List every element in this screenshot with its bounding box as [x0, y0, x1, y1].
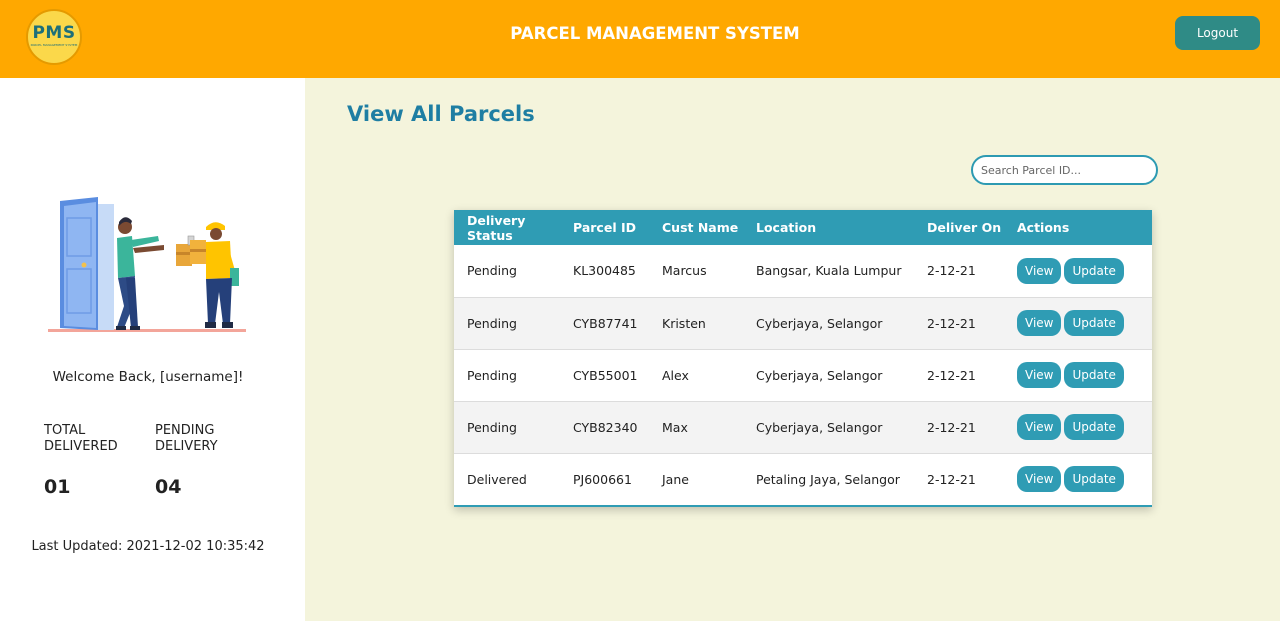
table-row: Pending CYB55001 Alex Cyberjaya, Selango…: [454, 349, 1152, 401]
stat-label-line: DELIVERED: [44, 439, 118, 454]
cell-status: Pending: [467, 367, 517, 383]
header-location: Location: [756, 220, 817, 235]
view-button[interactable]: View: [1017, 257, 1062, 284]
cell-location: Cyberjaya, Selangor: [756, 315, 883, 331]
page-title: View All Parcels: [347, 102, 535, 126]
cell-location: Cyberjaya, Selangor: [756, 419, 883, 435]
stat-label-line: DELIVERY: [155, 439, 218, 454]
cell-actions: View Update: [1017, 297, 1152, 349]
sidebar: Welcome Back, [username]! TOTAL DELIVERE…: [0, 78, 305, 621]
view-button[interactable]: View: [1017, 362, 1062, 388]
header-delivery-status: Delivery Status: [467, 212, 526, 243]
cell-status: Delivered: [467, 471, 527, 487]
cell-actions: View Update: [1017, 349, 1152, 401]
table-row: Pending CYB82340 Max Cyberjaya, Selangor…: [454, 401, 1152, 453]
update-button[interactable]: Update: [1064, 310, 1124, 336]
header-cust-name: Cust Name: [662, 220, 739, 235]
cell-cust-name: Marcus: [662, 263, 707, 279]
cell-cust-name: Kristen: [662, 315, 706, 331]
app-title: PARCEL MANAGEMENT SYSTEM: [510, 24, 800, 43]
parcels-table-container: Delivery Status Parcel ID Cust Name Loca…: [454, 210, 1152, 507]
table-header-row: Delivery Status Parcel ID Cust Name Loca…: [454, 210, 1152, 245]
total-delivered-value: 01: [44, 476, 71, 498]
pending-delivery-label: PENDING DELIVERY: [155, 423, 218, 455]
cell-parcel-id: KL300485: [573, 263, 636, 279]
cell-actions: View Update: [1017, 401, 1152, 453]
header-deliver-on: Deliver On: [927, 220, 1002, 235]
cell-deliver-on: 2-12-21: [927, 419, 976, 435]
cell-cust-name: Alex: [662, 367, 689, 383]
view-button[interactable]: View: [1017, 310, 1062, 336]
update-button[interactable]: Update: [1064, 257, 1124, 284]
header-actions: Actions: [1017, 220, 1070, 235]
cell-actions: View Update: [1017, 453, 1152, 505]
table-row: Delivered PJ600661 Jane Petaling Jaya, S…: [454, 453, 1152, 505]
update-button[interactable]: Update: [1064, 466, 1124, 493]
cell-parcel-id: PJ600661: [573, 471, 632, 487]
stat-label-line: TOTAL: [44, 423, 86, 438]
cell-location: Cyberjaya, Selangor: [756, 367, 883, 383]
pending-delivery-value: 04: [155, 476, 182, 498]
welcome-message: Welcome Back, [username]!: [52, 369, 244, 385]
cell-cust-name: Max: [662, 419, 688, 435]
cell-location: Petaling Jaya, Selangor: [756, 471, 900, 487]
header-parcel-id: Parcel ID: [573, 220, 636, 235]
update-button[interactable]: Update: [1064, 362, 1124, 388]
cell-parcel-id: CYB87741: [573, 315, 638, 331]
view-button[interactable]: View: [1017, 414, 1062, 440]
cell-cust-name: Jane: [662, 471, 689, 487]
table-row: Pending KL300485 Marcus Bangsar, Kuala L…: [454, 245, 1152, 297]
view-button[interactable]: View: [1017, 466, 1062, 493]
cell-status: Pending: [467, 315, 517, 331]
search-parcel-input[interactable]: [971, 155, 1158, 185]
table-row: Pending CYB87741 Kristen Cyberjaya, Sela…: [454, 297, 1152, 349]
update-button[interactable]: Update: [1064, 414, 1124, 440]
total-delivered-label: TOTAL DELIVERED: [44, 423, 118, 455]
stat-label-line: PENDING: [155, 423, 215, 438]
cell-parcel-id: CYB82340: [573, 419, 638, 435]
cell-actions: View Update: [1017, 245, 1152, 297]
cell-location: Bangsar, Kuala Lumpur: [756, 263, 902, 279]
cell-deliver-on: 2-12-21: [927, 471, 976, 487]
last-updated-text: Last Updated: 2021-12-02 10:35:42: [31, 539, 265, 554]
cell-deliver-on: 2-12-21: [927, 367, 976, 383]
cell-parcel-id: CYB55001: [573, 367, 638, 383]
logo-subtext: PARCEL MANAGEMENT SYSTEM: [30, 43, 78, 47]
parcels-table: Delivery Status Parcel ID Cust Name Loca…: [454, 210, 1152, 505]
logout-button[interactable]: Logout: [1175, 16, 1260, 50]
cell-status: Pending: [467, 263, 517, 279]
cell-status: Pending: [467, 419, 517, 435]
cell-deliver-on: 2-12-21: [927, 263, 976, 279]
header-bar: PMS PARCEL MANAGEMENT SYSTEM PARCEL MANA…: [0, 0, 1280, 78]
cell-deliver-on: 2-12-21: [927, 315, 976, 331]
